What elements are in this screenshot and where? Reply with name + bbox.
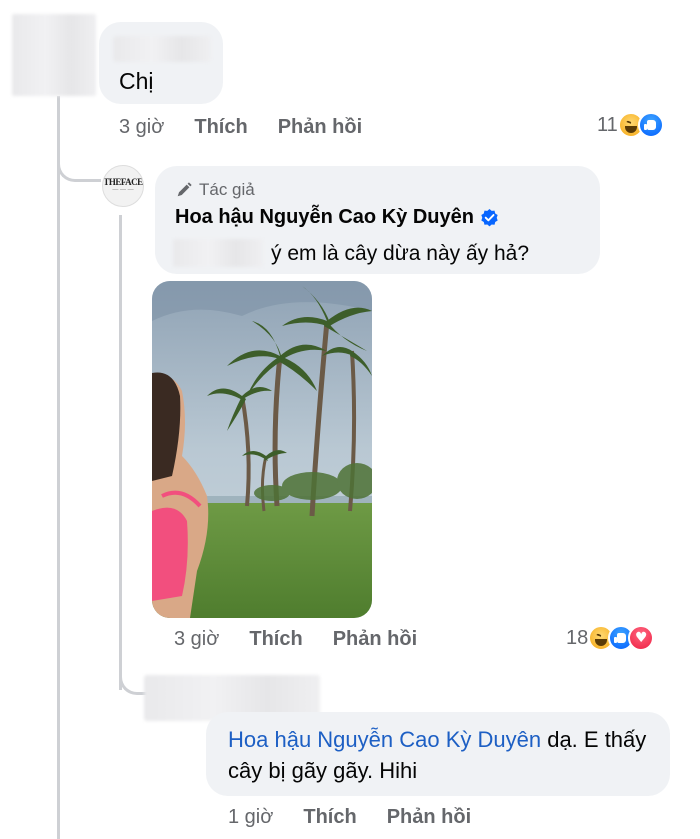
reaction-summary[interactable]: 18 xyxy=(566,625,655,651)
comment-actions: 3 giờ Thích Phản hồi xyxy=(174,628,447,651)
reaction-summary[interactable]: 11 xyxy=(597,112,664,138)
comment-text: Chị xyxy=(119,68,154,94)
mention-redacted[interactable] xyxy=(173,239,263,267)
pencil-icon xyxy=(177,182,192,197)
author-badge: Tác giả xyxy=(175,180,255,200)
reply-thread-line xyxy=(119,215,122,690)
mention-link[interactable]: Hoa hậu Nguyễn Cao Kỳ Duyên xyxy=(228,727,541,752)
comment-text: ý em là cây dừa này ấy hả? xyxy=(271,242,530,265)
reply-button[interactable]: Phản hồi xyxy=(333,628,417,651)
thread-line xyxy=(57,96,60,839)
comment-text: Hoa hậu Nguyễn Cao Kỳ Duyên dạ. E thấy c… xyxy=(228,724,658,786)
commenter-name-text[interactable]: Hoa hậu Nguyễn Cao Kỳ Duyên xyxy=(175,206,474,229)
palm-tree-photo xyxy=(152,281,372,618)
comment-bubble: Hoa hậu Nguyễn Cao Kỳ Duyên dạ. E thấy c… xyxy=(206,712,670,796)
logo-subtext: — — — xyxy=(112,187,134,193)
comment-time[interactable]: 3 giờ xyxy=(174,628,219,651)
comment-time[interactable]: 1 giờ xyxy=(228,806,273,829)
comment-time[interactable]: 3 giờ xyxy=(119,116,164,139)
like-button[interactable]: Thích xyxy=(303,806,356,829)
avatar[interactable] xyxy=(12,14,96,96)
like-button[interactable]: Thích xyxy=(249,628,302,651)
commenter-name[interactable]: Hoa hậu Nguyễn Cao Kỳ Duyên xyxy=(175,206,499,229)
author-badge-label: Tác giả xyxy=(199,180,255,199)
like-icon xyxy=(637,112,664,138)
reply-button[interactable]: Phản hồi xyxy=(278,116,362,139)
verified-badge-icon xyxy=(481,208,498,227)
comment-actions: 1 giờ Thích Phản hồi xyxy=(228,806,501,829)
reply-button[interactable]: Phản hồi xyxy=(387,806,471,829)
thread-connector xyxy=(57,140,101,182)
avatar[interactable]: THEFACE — — — xyxy=(102,165,144,207)
reaction-count: 11 xyxy=(597,113,618,136)
comment-actions: 3 giờ Thích Phản hồi xyxy=(119,116,392,139)
comment-photo[interactable] xyxy=(152,281,372,618)
reaction-count: 18 xyxy=(566,626,589,649)
comment-bubble: Tác giả Hoa hậu Nguyễn Cao Kỳ Duyên ý em… xyxy=(155,166,600,274)
theface-logo: THEFACE xyxy=(103,177,143,187)
commenter-name-redacted[interactable] xyxy=(113,36,211,62)
love-icon xyxy=(628,625,655,651)
like-button[interactable]: Thích xyxy=(194,116,247,139)
comment-bubble: Chị xyxy=(99,22,223,104)
